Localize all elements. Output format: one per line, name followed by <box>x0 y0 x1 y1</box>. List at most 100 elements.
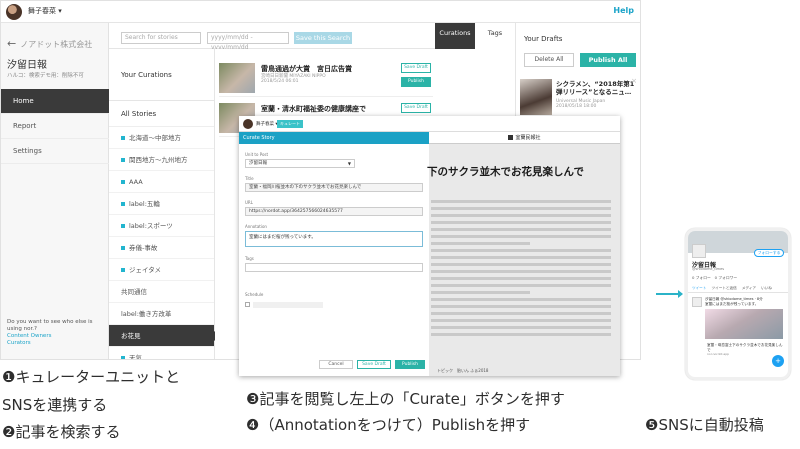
tab-tweets[interactable]: ツイート <box>692 286 706 290</box>
story-filter-item[interactable]: 券儀-事故 <box>109 237 214 259</box>
top-bar: 舞子春菜 ▾ Help <box>1 1 640 23</box>
compose-tweet-icon[interactable]: + <box>772 355 784 367</box>
tab-media[interactable]: メディア <box>742 286 756 290</box>
story-filter-item[interactable]: 関西地方〜九州地方 <box>109 149 214 171</box>
publish-all-button[interactable]: Publish All <box>580 53 636 67</box>
curators-link[interactable]: Curators <box>7 340 105 347</box>
story-title[interactable]: 雷鳥通過が大賞 宮日広告賞 <box>261 64 395 74</box>
bullet-icon <box>121 136 125 140</box>
schedule-input[interactable] <box>253 302 323 308</box>
sidebar-item-settings[interactable]: Settings <box>1 139 109 164</box>
article-text-line <box>431 298 611 301</box>
delete-all-button[interactable]: Delete All <box>524 53 574 67</box>
caption-step-2: ❷記事を検索する <box>2 423 121 441</box>
story-filter-label: label:働き方改革 <box>121 310 172 318</box>
story-filter-item[interactable]: お花見 <box>109 325 220 347</box>
user-menu[interactable]: 舞子春菜 ▾ <box>256 121 278 127</box>
tab-likes[interactable]: いいね <box>761 286 772 290</box>
tags-label: Tags <box>245 256 254 261</box>
search-input[interactable]: Search for stories <box>121 32 201 44</box>
cancel-button[interactable]: Cancel <box>319 360 353 369</box>
article-preview: 室蘭民報社 下のサクラ並木でお花見楽しんで トピック 胎いん ふぁ2018 <box>427 132 620 376</box>
article-text-line <box>431 256 611 259</box>
story-filter-item[interactable]: ジェイタメ <box>109 259 214 281</box>
article-text-line <box>431 284 611 287</box>
date-range-input[interactable]: yyyy/mm/dd - yyyy/mm/dd <box>207 32 289 51</box>
bullet-icon <box>121 224 125 228</box>
tags-field[interactable] <box>245 263 423 272</box>
bullet-icon <box>121 180 125 184</box>
schedule-checkbox[interactable] <box>245 302 250 307</box>
save-draft-button[interactable]: Save Draft <box>401 103 431 113</box>
url-field[interactable]: https://nordot.app/364257566024635577 <box>245 207 423 216</box>
tweet-card-source: nor.nordot.app <box>707 352 730 356</box>
article-text-line <box>431 235 611 238</box>
close-icon[interactable]: × <box>631 77 637 85</box>
article-headline: 下のサクラ並木でお花見楽しんで <box>427 166 584 178</box>
tab-replies[interactable]: ツイートと返信 <box>712 286 737 290</box>
your-curations-header[interactable]: Your Curations <box>109 49 214 101</box>
help-link[interactable]: Help <box>613 6 634 15</box>
draft-title[interactable]: シクラメン、“2018年第1弾リリース”となるニュ… <box>556 80 638 96</box>
user-avatar[interactable] <box>6 4 22 20</box>
back-link[interactable]: ← ノアドット株式会社 <box>7 37 92 50</box>
newspaper-logo-icon <box>508 135 514 140</box>
curate-modal-screenshot: 舞子春菜 ▾ キュレート Curate Story Unit to Post 汐… <box>239 116 620 376</box>
story-filter-label: label:スポーツ <box>129 222 173 230</box>
story-filter-label: 券儀-事故 <box>129 244 158 252</box>
publish-button[interactable]: Publish <box>401 77 431 87</box>
save-draft-button[interactable]: Save Draft <box>357 360 391 369</box>
footer-question: Do you want to see who else is using nor… <box>7 319 93 332</box>
story-filter-item[interactable]: label:スポーツ <box>109 215 214 237</box>
unit-select[interactable]: 汐留日報 ▼ <box>245 159 355 168</box>
article-body <box>431 200 611 340</box>
article-text-line <box>431 270 611 273</box>
annotation-field[interactable]: 室蘭にはまだ桜が残っています。 <box>245 231 423 247</box>
story-filter-label: 北海道〜中部地方 <box>129 134 181 142</box>
content-owners-link[interactable]: Content Owners <box>7 333 105 340</box>
article-text-line <box>431 277 611 280</box>
caption-step-1a: ❶キュレーターユニットと <box>2 368 181 386</box>
modal-title: Curate Story <box>239 132 429 144</box>
story-title[interactable]: 室蘭・清水町福祉委の健康講座で <box>261 104 395 114</box>
story-filter-item[interactable]: label:働き方改革 <box>109 303 214 325</box>
story-filter-label: AAA <box>129 178 143 186</box>
caption-step-3: ❸記事を閲覧し左上の「Curate」ボタンを押す <box>246 390 565 408</box>
user-menu[interactable]: 舞子春菜 ▾ <box>28 6 62 16</box>
follow-button[interactable]: フォローする <box>754 249 784 257</box>
story-filter-item[interactable]: 北海道〜中部地方 <box>109 127 214 149</box>
tweet-image[interactable] <box>705 309 783 339</box>
profile-stats: 0 フォロー 0 フォロワー <box>692 275 738 280</box>
profile-tabs: ツイート ツイートと返信 メディア いいね <box>688 283 788 293</box>
article-text-line <box>431 200 611 203</box>
article-text-line <box>431 291 530 294</box>
story-filter-item[interactable]: 共同通信 <box>109 281 214 303</box>
article-text-line <box>431 228 611 231</box>
story-filter-item[interactable]: label:五輪 <box>109 193 214 215</box>
save-draft-button[interactable]: Save Draft <box>401 63 431 73</box>
save-search-button[interactable]: Save this Search <box>294 32 352 44</box>
user-avatar[interactable] <box>243 119 253 129</box>
sidebar-item-home[interactable]: Home <box>1 89 109 114</box>
article-text-line <box>431 221 611 224</box>
profile-handle: @shiodome_times <box>692 267 725 271</box>
article-text-line <box>431 319 611 322</box>
tweet-card-title[interactable]: 室蘭・母恋富士下のサクラ並木でお花見楽しんで <box>707 343 783 352</box>
publish-button[interactable]: Publish <box>395 360 425 369</box>
article-text-line <box>431 263 611 266</box>
sidebar-item-report[interactable]: Report <box>1 114 109 139</box>
all-stories-item[interactable]: All Stories <box>109 101 214 127</box>
article-text-line <box>431 333 611 336</box>
title-field[interactable]: 室蘭・福岡川桜並木の下のサクラ並木でお花見楽しんで <box>245 183 423 192</box>
phone-sns-screenshot: フォローする 汐留日報 @shiodome_times 0 フォロー 0 フォロ… <box>685 228 791 380</box>
story-filter-item[interactable]: AAA <box>109 171 214 193</box>
article-topic-link[interactable]: トピック 胎いん ふぁ2018 <box>437 368 488 374</box>
curate-button[interactable]: キュレート <box>277 120 303 128</box>
sidebar-footer: Do you want to see who else is using nor… <box>7 319 105 347</box>
tab-curations[interactable]: Curations <box>435 23 475 49</box>
article-text-line <box>431 207 611 210</box>
tab-tags[interactable]: Tags <box>475 23 515 49</box>
story-card[interactable]: 雷鳥通過が大賞 宮日広告賞 宮崎日日新聞 MIYAZAKI NIPPO 2018/… <box>219 59 433 97</box>
right-tabs: Curations Tags <box>435 23 515 49</box>
story-filter-item[interactable]: 天気 <box>109 347 214 359</box>
